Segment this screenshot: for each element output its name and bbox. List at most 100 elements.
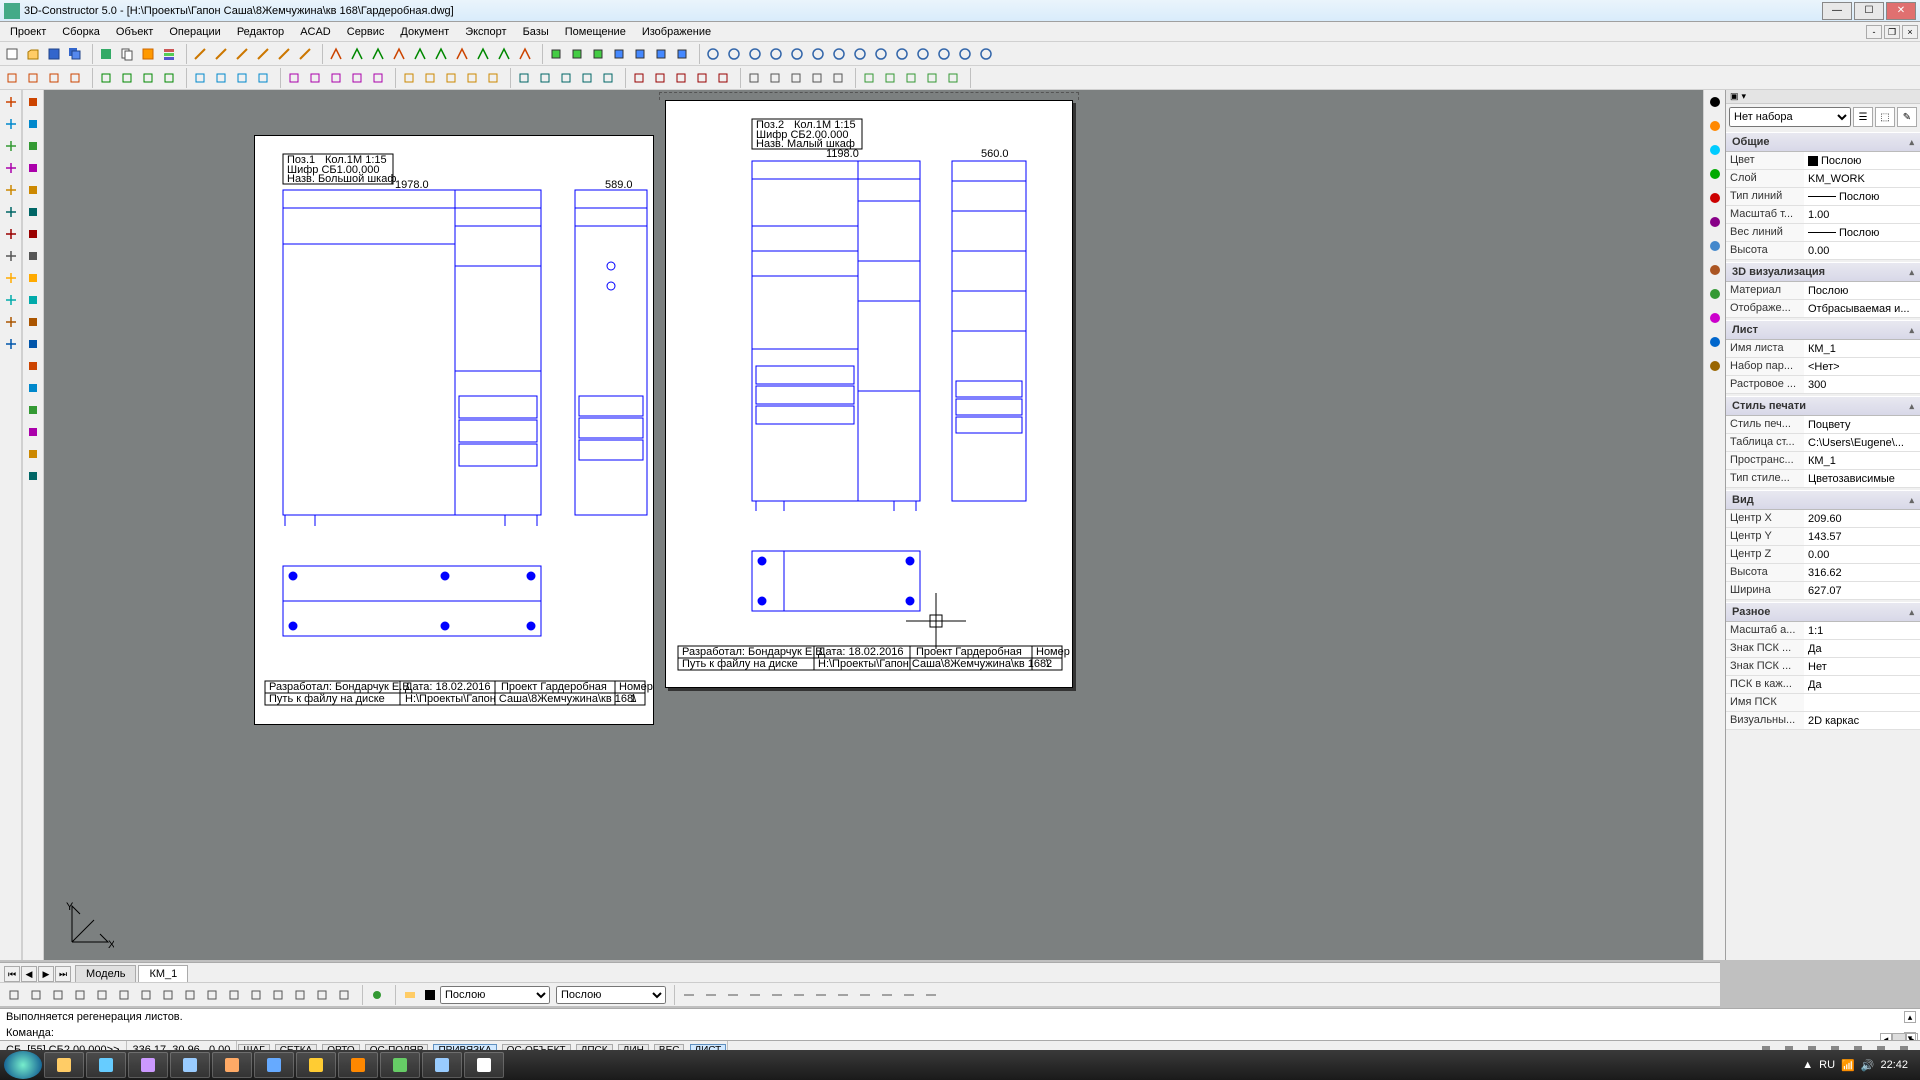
val-linetype[interactable]: Послою xyxy=(1804,188,1920,205)
toolbar1-grp3-4[interactable] xyxy=(630,44,650,64)
tb-green1-icon[interactable] xyxy=(96,44,116,64)
lt2-btn-13[interactable] xyxy=(23,378,43,398)
toolbar1-grp3-5[interactable] xyxy=(651,44,671,64)
drawing-canvas[interactable]: Поз.1 Кол.1 М 1:15 Шифр СБ1.00.000 Назв.… xyxy=(44,90,1703,960)
lt2-btn-10[interactable] xyxy=(23,312,43,332)
bt-grp2-8[interactable] xyxy=(855,985,875,1005)
tab-km1[interactable]: КМ_1 xyxy=(138,965,188,982)
tab-nav-last[interactable]: ⏭ xyxy=(55,966,71,982)
bt-grp2-7[interactable] xyxy=(833,985,853,1005)
toolbar1-grp2-8[interactable] xyxy=(494,44,514,64)
bt-btn-2[interactable] xyxy=(48,985,68,1005)
lt1-btn-0[interactable] xyxy=(1,92,21,112)
lt2-btn-0[interactable] xyxy=(23,92,43,112)
lt2-btn-4[interactable] xyxy=(23,180,43,200)
val-pset[interactable]: <Нет> xyxy=(1804,358,1920,375)
toolbar2-g1-b1[interactable] xyxy=(117,68,137,88)
save-icon[interactable] xyxy=(44,44,64,64)
close-button[interactable]: ✕ xyxy=(1886,2,1916,20)
lt2-btn-8[interactable] xyxy=(23,268,43,288)
menu-operations[interactable]: Операции xyxy=(161,24,228,40)
toolbar2-g8-b2[interactable] xyxy=(901,68,921,88)
val-layer[interactable]: KM_WORK xyxy=(1804,170,1920,187)
toolbar2-g6-b2[interactable] xyxy=(671,68,691,88)
toolbar1-grp4-9[interactable] xyxy=(892,44,912,64)
val-cy[interactable]: 143.57 xyxy=(1804,528,1920,545)
rt-btn-5[interactable] xyxy=(1705,212,1725,232)
toolbar2-g3-b0[interactable] xyxy=(284,68,304,88)
section-misc[interactable]: Разное▴ xyxy=(1726,602,1920,622)
bt-btn-6[interactable] xyxy=(136,985,156,1005)
open-icon[interactable] xyxy=(23,44,43,64)
bt-btn-12[interactable] xyxy=(268,985,288,1005)
toolbar2-g4-b0[interactable] xyxy=(399,68,419,88)
tb-copy-icon[interactable] xyxy=(117,44,137,64)
toolbar2-g3-b3[interactable] xyxy=(347,68,367,88)
toolbar2-g7-b4[interactable] xyxy=(828,68,848,88)
taskbar-app-0[interactable] xyxy=(44,1052,84,1078)
toolbar2-g3-b1[interactable] xyxy=(305,68,325,88)
rt-btn-3[interactable] xyxy=(1705,164,1725,184)
tab-nav-first[interactable]: ⏮ xyxy=(4,966,20,982)
toolbar2-g6-b3[interactable] xyxy=(692,68,712,88)
bt-grp2-6[interactable] xyxy=(811,985,831,1005)
lt2-btn-17[interactable] xyxy=(23,466,43,486)
taskbar-app-4[interactable] xyxy=(212,1052,252,1078)
rt-btn-7[interactable] xyxy=(1705,260,1725,280)
toolbar2-g3-b4[interactable] xyxy=(368,68,388,88)
val-ucs3[interactable]: Да xyxy=(1804,676,1920,693)
toolbar1-btn-3[interactable] xyxy=(253,44,273,64)
val-ltscale[interactable]: 1.00 xyxy=(1804,206,1920,223)
props-pin-icon[interactable]: ▣ xyxy=(1730,91,1739,102)
menu-project[interactable]: Проект xyxy=(2,24,54,40)
bt-btn-7[interactable] xyxy=(158,985,178,1005)
section-3dviz[interactable]: 3D визуализация▴ xyxy=(1726,262,1920,282)
bt-btn-14[interactable] xyxy=(312,985,332,1005)
mdi-minimize[interactable]: - xyxy=(1866,25,1882,39)
toolbar2-g7-b3[interactable] xyxy=(807,68,827,88)
bt-layer-icon[interactable] xyxy=(400,985,420,1005)
bt-grp2-2[interactable] xyxy=(723,985,743,1005)
lt1-btn-11[interactable] xyxy=(1,334,21,354)
toolbar2-g7-b1[interactable] xyxy=(765,68,785,88)
val-sheetname[interactable]: КМ_1 xyxy=(1804,340,1920,357)
toolbar1-grp2-0[interactable] xyxy=(326,44,346,64)
rt-btn-11[interactable] xyxy=(1705,356,1725,376)
lt2-btn-1[interactable] xyxy=(23,114,43,134)
section-general[interactable]: Общие▴ xyxy=(1726,132,1920,152)
val-cz[interactable]: 0.00 xyxy=(1804,546,1920,563)
bt-grp2-4[interactable] xyxy=(767,985,787,1005)
toolbar2-g4-b2[interactable] xyxy=(441,68,461,88)
rt-btn-8[interactable] xyxy=(1705,284,1725,304)
toolbar1-grp2-6[interactable] xyxy=(452,44,472,64)
val-ucs2[interactable]: Нет xyxy=(1804,658,1920,675)
lt1-btn-9[interactable] xyxy=(1,290,21,310)
lt2-btn-5[interactable] xyxy=(23,202,43,222)
bt-btn-1[interactable] xyxy=(26,985,46,1005)
toolbar2-g8-b0[interactable] xyxy=(859,68,879,88)
taskbar-app-5[interactable] xyxy=(254,1052,294,1078)
cmd-scroll-up[interactable]: ▴ xyxy=(1904,1011,1916,1023)
rt-btn-1[interactable] xyxy=(1705,116,1725,136)
lt2-btn-16[interactable] xyxy=(23,444,43,464)
lt1-btn-5[interactable] xyxy=(1,202,21,222)
bt-btn-4[interactable] xyxy=(92,985,112,1005)
toolbar2-g0-b2[interactable] xyxy=(44,68,64,88)
lt1-btn-8[interactable] xyxy=(1,268,21,288)
menu-acad[interactable]: ACAD xyxy=(292,24,339,40)
bt-grp2-11[interactable] xyxy=(921,985,941,1005)
val-shadow[interactable]: Отбрасываемая и... xyxy=(1804,300,1920,317)
taskbar-app-10[interactable] xyxy=(464,1052,504,1078)
toolbar1-grp3-1[interactable] xyxy=(567,44,587,64)
bt-btn-3[interactable] xyxy=(70,985,90,1005)
lt1-btn-10[interactable] xyxy=(1,312,21,332)
toolbar2-g5-b1[interactable] xyxy=(535,68,555,88)
bt-btn-0[interactable] xyxy=(4,985,24,1005)
props-btn-3[interactable]: ✎ xyxy=(1897,107,1917,127)
toolbar2-g8-b4[interactable] xyxy=(943,68,963,88)
color-select[interactable]: Послою xyxy=(440,986,550,1004)
linetype-select[interactable]: Послою xyxy=(556,986,666,1004)
taskbar-app-7[interactable] xyxy=(338,1052,378,1078)
toolbar2-g6-b1[interactable] xyxy=(650,68,670,88)
toolbar2-g7-b0[interactable] xyxy=(744,68,764,88)
